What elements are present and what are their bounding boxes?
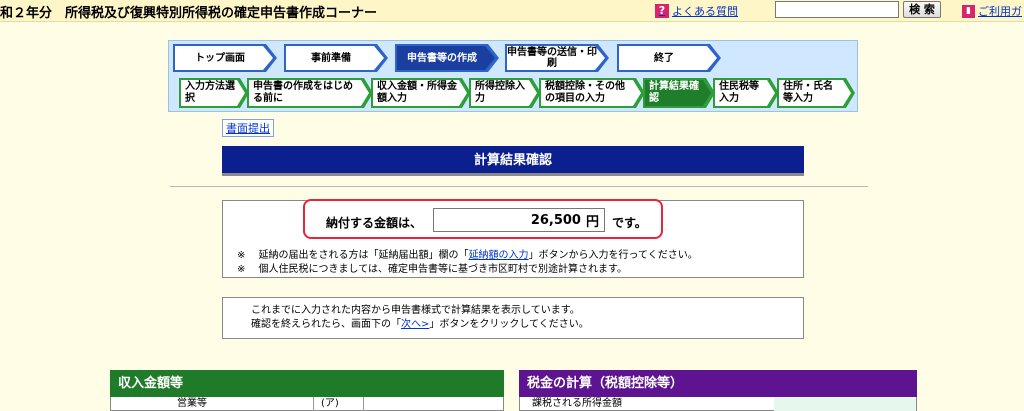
- step-top: トップ画面: [173, 44, 277, 72]
- substep-income-input: 収入金額・所得金額入力: [371, 78, 471, 108]
- guide-label: ご利用ガ: [978, 5, 1022, 18]
- faq-label: よくある質問: [672, 5, 738, 18]
- step-navigation: トップ画面 事前準備 申告書等の作成 申告書等の送信・印刷 終了 入力方法選択 …: [168, 40, 858, 112]
- question-icon: ?: [655, 4, 669, 18]
- amount-suffix: です。: [612, 216, 647, 230]
- substep-deduction-input: 所得控除入力: [469, 78, 541, 108]
- step-send-print: 申告書等の送信・印刷: [505, 44, 609, 72]
- substep-label: 計算結果確認: [645, 80, 711, 106]
- info-line: 確認を終えられたら、画面下の「次へ>」ボタンをクリックしてください。: [251, 318, 803, 332]
- next-link[interactable]: 次へ>: [401, 319, 429, 330]
- substep-before-start: 申告書の作成をはじめる前に: [247, 78, 373, 108]
- info-line: これまでに入力された内容から申告書様式で計算結果を表示しています。: [251, 305, 580, 316]
- substep-label: 税額控除・その他の項目の入力: [541, 80, 641, 106]
- amount-unit: 円: [585, 214, 599, 230]
- note-resident-tax: ※ 個人住民税につきましては、確定申告書等に基づき市区町村で別途計算されます。: [237, 264, 628, 275]
- substep-input-method: 入力方法選択: [179, 78, 249, 108]
- substep-tax-credit-input: 税額控除・その他の項目の入力: [539, 78, 645, 108]
- tax-panel-body: 課税される所得金額: [519, 397, 917, 411]
- amount-field: 26,500 円: [433, 208, 605, 232]
- info-box: これまでに入力された内容から申告書様式で計算結果を表示しています。 確認を終えら…: [222, 297, 804, 339]
- amount-value: 26,500: [530, 212, 581, 228]
- cell-divider: [363, 397, 364, 411]
- substep-label: 申告書の作成をはじめる前に: [249, 80, 369, 106]
- step-label: 申告書等の送信・印刷: [507, 46, 605, 70]
- step-preparation: 事前準備: [284, 44, 388, 72]
- income-panel-header: 収入金額等: [110, 370, 504, 397]
- income-row-code: (ア): [321, 398, 339, 409]
- income-row-label: 営業等: [177, 398, 207, 409]
- substep-result-check: 計算結果確認: [643, 78, 715, 108]
- top-bar: 和２年分 所得税及び復興特別所得税の確定申告書作成コーナー ? よくある質問 検…: [0, 0, 1024, 22]
- paper-submit-link[interactable]: 書面提出: [222, 119, 274, 137]
- search-input[interactable]: [775, 1, 899, 18]
- search-button[interactable]: 検 索: [903, 1, 941, 18]
- cell-divider: [313, 397, 314, 411]
- book-icon: ▮: [962, 4, 975, 18]
- note-deferred-payment: ※ 延納の届出をされる方は「延納届出額」欄の「延納額の入力」ボタンから入力を行っ…: [237, 246, 698, 261]
- substep-label: 入力方法選択: [181, 80, 245, 106]
- substep-label: 所得控除入力: [471, 80, 537, 106]
- substep-label: 住民税等入力: [715, 80, 775, 106]
- step-label: 終了: [619, 46, 717, 70]
- tax-panel-header: 税金の計算（税額控除等）: [519, 370, 917, 397]
- divider: [170, 186, 868, 187]
- amount-label: 納付する金額は、: [326, 216, 423, 230]
- step-finish: 終了: [617, 44, 721, 72]
- income-panel-body: 営業等 (ア): [110, 397, 504, 411]
- substep-label: 住所・氏名等入力: [779, 80, 851, 106]
- info-text: 」ボタンをクリックしてください。: [429, 319, 589, 330]
- step-label: 事前準備: [286, 46, 384, 70]
- substep-label: 収入金額・所得金額入力: [373, 80, 467, 106]
- tax-row-value-cell: [774, 397, 916, 411]
- faq-link[interactable]: ? よくある質問: [655, 3, 738, 19]
- step-label: トップ画面: [175, 46, 273, 70]
- step-label: 申告書等の作成: [397, 46, 495, 70]
- section-title: 計算結果確認: [222, 146, 804, 176]
- substep-resident-tax-input: 住民税等入力: [713, 78, 779, 108]
- tax-row-label: 課税される所得金額: [532, 398, 622, 409]
- page-title: 和２年分 所得税及び復興特別所得税の確定申告書作成コーナー: [0, 6, 378, 21]
- substep-address-name-input: 住所・氏名等入力: [777, 78, 855, 108]
- step-create-return: 申告書等の作成: [395, 44, 499, 72]
- info-text: 確認を終えられたら、画面下の「: [251, 319, 401, 330]
- guide-link[interactable]: ▮ ご利用ガ: [962, 3, 1022, 19]
